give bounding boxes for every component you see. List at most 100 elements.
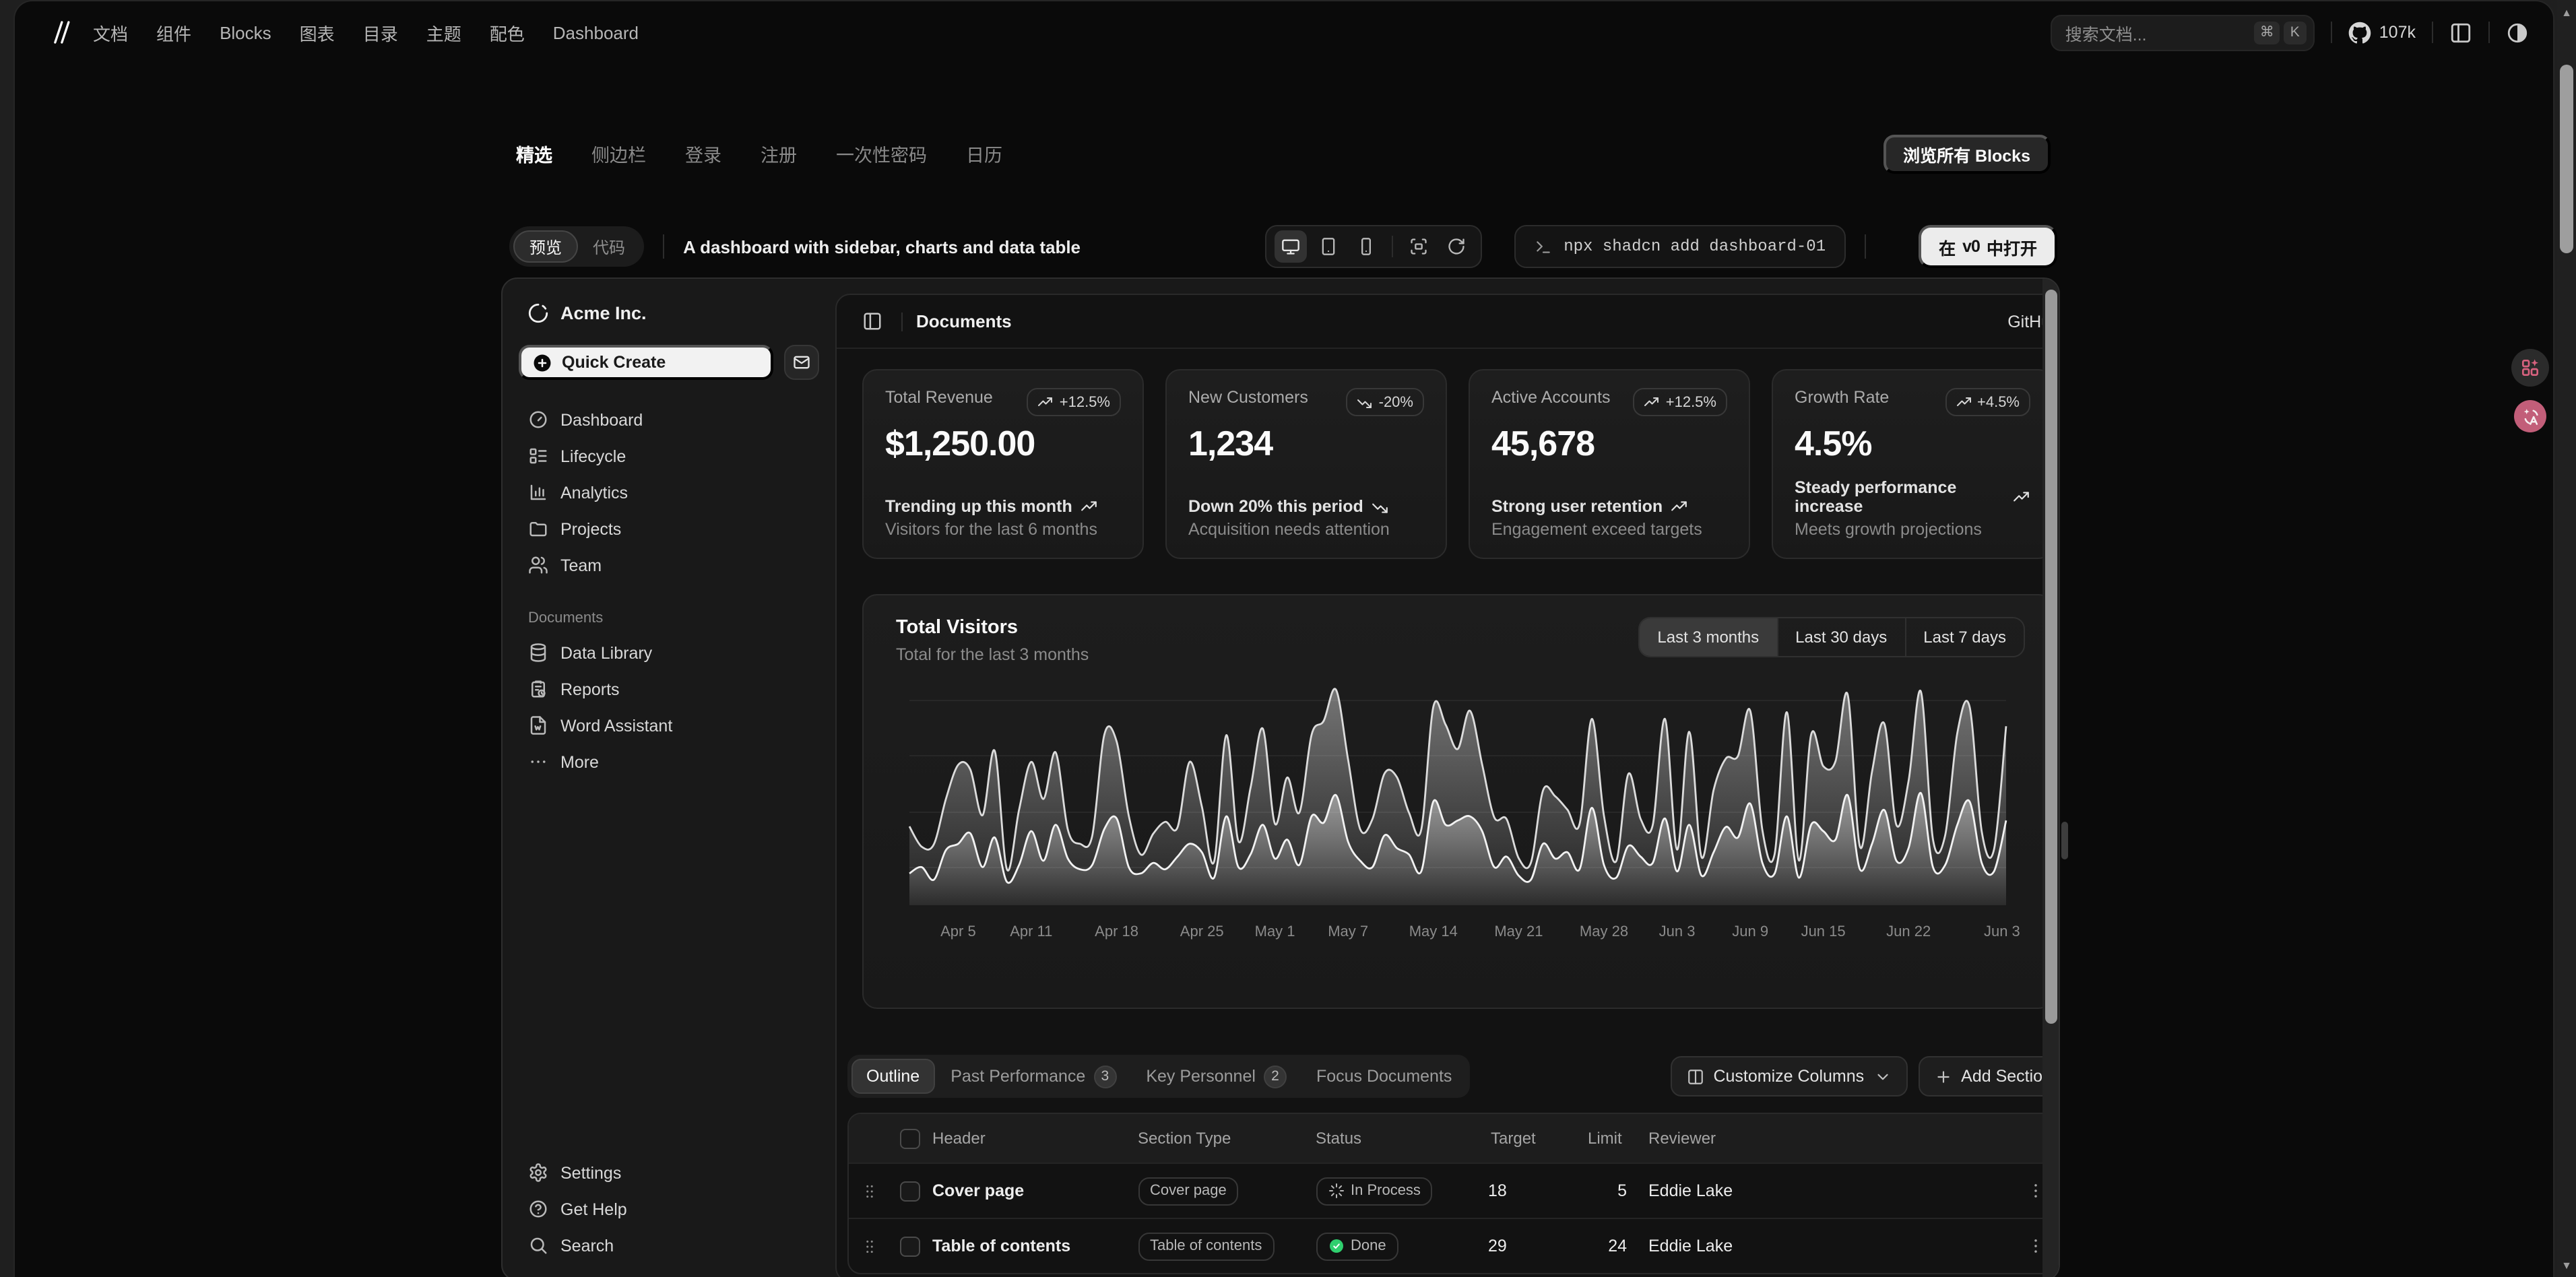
sidebar-item-label: Word Assistant: [560, 716, 672, 735]
scroll-up-arrow[interactable]: ▲: [2557, 3, 2576, 22]
npx-command-button[interactable]: npx shadcn add dashboard-01: [1514, 225, 1846, 268]
desktop-view-icon[interactable]: [1274, 230, 1306, 263]
block-description: A dashboard with sidebar, charts and dat…: [683, 236, 1081, 257]
page-scrollbar[interactable]: ▲ ▼: [2557, 0, 2576, 1277]
sidebar-item-get-help[interactable]: Get Help: [519, 1191, 819, 1227]
table-body: Cover page Cover page In Process 18 5 Ed…: [849, 1163, 2060, 1273]
trending-down-icon: [1372, 498, 1389, 515]
search-input[interactable]: 搜索文档... ⌘K: [2051, 14, 2315, 51]
quick-create-button[interactable]: Quick Create: [519, 345, 773, 380]
table-tab-key-personnel[interactable]: Key Personnel2: [1132, 1059, 1300, 1094]
sidebar-item-label: More: [560, 752, 599, 771]
table-actions: Customize Columns Add Section: [1670, 1056, 2060, 1096]
col-reviewer: Reviewer: [1643, 1129, 1859, 1148]
theme-toggle-icon[interactable]: [2506, 21, 2529, 44]
sidebar-item-analytics[interactable]: Analytics: [519, 474, 819, 511]
drag-handle-icon[interactable]: [849, 1237, 889, 1255]
refresh-icon[interactable]: [1440, 230, 1472, 263]
blocks-tab-item[interactable]: 侧边栏: [591, 140, 646, 167]
card-title: Total Revenue: [885, 388, 993, 407]
range-last-3-months[interactable]: Last 3 months: [1640, 618, 1776, 656]
sidebar-item-label: Get Help: [560, 1200, 627, 1218]
drag-handle-icon[interactable]: [849, 1182, 889, 1200]
stat-cards-row: Total Revenue +12.5% $1,250.00 Trending …: [837, 369, 2060, 559]
topnav-item-item[interactable]: 主题: [426, 20, 461, 45]
row-limit[interactable]: 24: [1569, 1237, 1643, 1255]
blocks-tab-item[interactable]: 一次性密码: [836, 140, 927, 167]
view-mode-item[interactable]: 代码: [578, 230, 640, 263]
row-limit[interactable]: 5: [1569, 1181, 1643, 1200]
row-menu-icon[interactable]: [1859, 1181, 2060, 1200]
sidebar-item-word-assistant[interactable]: Word Assistant: [519, 707, 819, 744]
x-tick-label: Apr 5: [940, 923, 976, 940]
table-row-cover-page[interactable]: Cover page Cover page In Process 18 5 Ed…: [849, 1163, 2060, 1218]
extension-components-button[interactable]: [2511, 349, 2549, 387]
topnav-item-item[interactable]: 文档: [93, 20, 128, 45]
row-target[interactable]: 29: [1488, 1237, 1569, 1255]
tab-count-badge: 2: [1264, 1065, 1287, 1088]
extension-translate-button[interactable]: [2514, 400, 2546, 432]
blocks-tab-item[interactable]: 日历: [966, 140, 1002, 167]
scroll-down-arrow[interactable]: ▼: [2557, 1255, 2576, 1274]
topnav-item-item[interactable]: 图表: [300, 20, 335, 45]
tablet-view-icon[interactable]: [1312, 230, 1344, 263]
sidebar-item-lifecycle[interactable]: Lifecycle: [519, 438, 819, 474]
row-header[interactable]: Table of contents: [930, 1237, 1138, 1255]
row-menu-icon[interactable]: [1859, 1237, 2060, 1255]
divider: [2432, 22, 2433, 43]
add-section-button[interactable]: Add Section: [1918, 1056, 2060, 1096]
row-target[interactable]: 18: [1488, 1181, 1569, 1200]
sidebar-item-team[interactable]: Team: [519, 547, 819, 583]
shadcn-logo-icon[interactable]: [44, 19, 71, 46]
row-header[interactable]: Cover page: [930, 1181, 1138, 1200]
mobile-view-icon[interactable]: [1349, 230, 1382, 263]
topnav-item-item[interactable]: 组件: [156, 20, 191, 45]
customize-columns-button[interactable]: Customize Columns: [1670, 1056, 1907, 1096]
range-last-7-days[interactable]: Last 7 days: [1904, 618, 2024, 656]
view-mode-item[interactable]: 预览: [513, 230, 578, 263]
card-top: Total Revenue +12.5%: [885, 388, 1121, 416]
row-checkbox[interactable]: [899, 1181, 920, 1201]
sidebar-toggle-icon[interactable]: [856, 305, 888, 337]
sidebar-item-settings[interactable]: Settings: [519, 1154, 819, 1191]
outer-scrollbar-thumb[interactable]: [2061, 822, 2068, 859]
row-checkbox[interactable]: [899, 1236, 920, 1256]
row-reviewer[interactable]: Eddie Lake: [1643, 1181, 1859, 1200]
browse-all-blocks-button[interactable]: 浏览所有 Blocks: [1883, 134, 2051, 173]
divider: [901, 312, 903, 331]
blocks-tab-item[interactable]: 注册: [761, 140, 797, 167]
x-tick-label: Jun 15: [1801, 923, 1846, 940]
sidebar-item-projects[interactable]: Projects: [519, 511, 819, 547]
topnav-item-item[interactable]: 配色: [490, 20, 525, 45]
sidebar-item-data-library[interactable]: Data Library: [519, 634, 819, 671]
sidebar-item-search[interactable]: Search: [519, 1227, 819, 1264]
topnav-item-dashboard[interactable]: Dashboard: [553, 22, 639, 42]
table-row-table-of-contents[interactable]: Table of contents Table of contents Done…: [849, 1218, 2060, 1273]
blocks-tab-item[interactable]: 精选: [516, 140, 552, 167]
preview-scrollbar-track[interactable]: [2042, 279, 2059, 1277]
blocks-tabs: 精选 侧边栏 登录 注册 一次性密码 日历: [516, 140, 1002, 167]
page-scrollbar-thumb[interactable]: [2560, 65, 2573, 253]
select-all-checkbox[interactable]: [899, 1128, 920, 1148]
table-tab-outline[interactable]: Outline: [851, 1059, 934, 1094]
table-tab-focus-documents[interactable]: Focus Documents: [1303, 1059, 1465, 1094]
topnav-item-item[interactable]: 目录: [363, 20, 398, 45]
table-tab-past-performance[interactable]: Past Performance3: [937, 1059, 1130, 1094]
company-switcher[interactable]: Acme Inc.: [519, 292, 819, 333]
trending-up-icon: [2013, 488, 2030, 506]
dashboard-preview: Acme Inc. Quick Create Dashboard Lifecyc…: [501, 277, 2060, 1277]
sidebar-item-more[interactable]: More: [519, 744, 819, 780]
inbox-button[interactable]: [784, 345, 819, 380]
sidebar-item-dashboard[interactable]: Dashboard: [519, 401, 819, 438]
chevron-down-icon: [1873, 1068, 1891, 1085]
open-in-v0-button[interactable]: 在 v0 中打开: [1919, 225, 2057, 268]
sidebar-item-reports[interactable]: Reports: [519, 671, 819, 707]
range-last-30-days[interactable]: Last 30 days: [1776, 618, 1904, 656]
topnav-item-blocks[interactable]: Blocks: [220, 22, 271, 42]
preview-scrollbar-thumb[interactable]: [2044, 290, 2057, 1024]
github-link[interactable]: 107k: [2348, 21, 2416, 44]
layout-toggle-icon[interactable]: [2449, 21, 2472, 44]
row-reviewer[interactable]: Eddie Lake: [1643, 1237, 1859, 1255]
blocks-tab-item[interactable]: 登录: [685, 140, 721, 167]
fullscreen-icon[interactable]: [1402, 230, 1434, 263]
